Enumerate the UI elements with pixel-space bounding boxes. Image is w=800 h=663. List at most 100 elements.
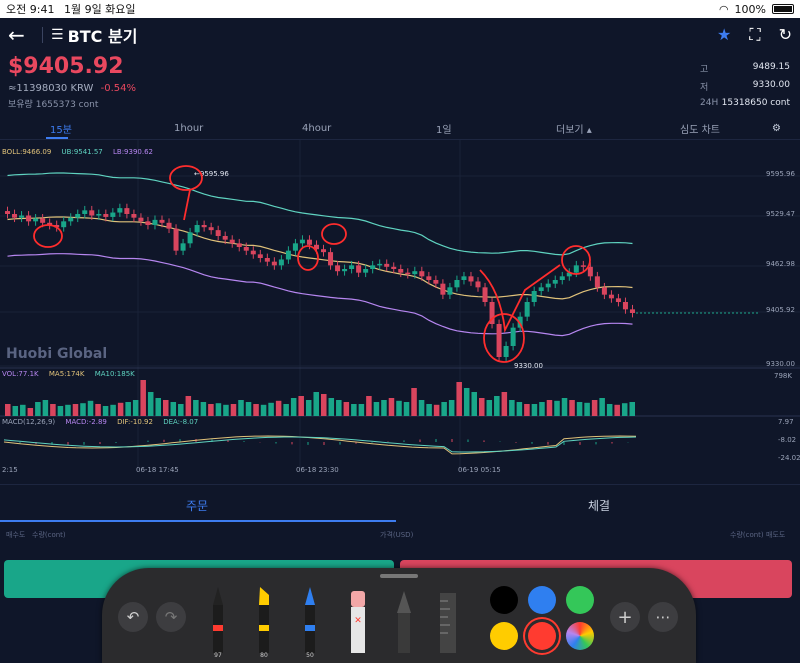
high-value: 9489.15 <box>752 62 790 72</box>
candle <box>82 210 88 214</box>
candle <box>236 243 242 247</box>
volume-bar <box>441 402 447 416</box>
candle <box>292 243 298 251</box>
candle <box>75 214 81 218</box>
col-qty: 수량(cont) <box>32 531 66 539</box>
candle <box>531 291 537 302</box>
orderbook-header: 매수도 수량(cont) 가격(USD) 수량(cont) 매도도 <box>0 530 800 544</box>
volume-bar <box>516 402 523 416</box>
candle <box>145 221 151 225</box>
volume-bar <box>433 404 440 416</box>
volume-bar <box>599 398 605 416</box>
ub-value: UB:9541.57 <box>61 148 103 156</box>
volume-bar <box>403 402 410 416</box>
volume-bar <box>12 406 19 416</box>
macd-title: MACD(12,26,9) <box>2 418 56 426</box>
candle <box>19 215 25 218</box>
volume-bar <box>95 404 101 416</box>
volume-bar <box>193 400 199 416</box>
toolbar-grip[interactable] <box>380 574 418 578</box>
candle <box>166 222 172 229</box>
tab-1hour[interactable]: 1hour <box>174 123 203 134</box>
menu-icon[interactable]: ☰ <box>51 27 64 43</box>
candle <box>124 208 130 214</box>
candle <box>299 239 305 244</box>
candle <box>138 217 144 222</box>
color-red-selected[interactable] <box>528 622 556 650</box>
candle <box>243 247 249 251</box>
color-yellow[interactable] <box>490 622 518 650</box>
volume-bars <box>5 380 635 416</box>
volume-value: 15318650 cont <box>721 98 790 108</box>
candle <box>96 214 102 216</box>
vol-legend: VOL:77.1K MA5:174K MA10:185K <box>2 370 143 378</box>
candle <box>594 276 600 288</box>
vol-value: VOL:77.1K <box>2 370 39 378</box>
volume-bar <box>117 402 124 416</box>
undo-icon[interactable]: ↶ <box>118 602 148 632</box>
volume-bar <box>539 402 545 416</box>
macd-tick-label: -24.02 <box>778 454 800 462</box>
tab-15m[interactable]: 15분 <box>50 121 72 136</box>
volume-bar <box>621 403 628 416</box>
candle <box>328 252 334 266</box>
plus-icon[interactable]: + <box>610 602 640 632</box>
share-icon[interactable]: ↻ <box>779 25 792 45</box>
candle <box>461 276 467 280</box>
redo-icon[interactable]: ↷ <box>156 602 186 632</box>
tab-1day[interactable]: 1일 <box>436 121 452 136</box>
volume-tick-label: 798K <box>774 372 792 380</box>
tab-more[interactable]: 더보기 ▴ <box>556 121 592 136</box>
color-blue[interactable] <box>528 586 556 614</box>
volume-bar <box>200 402 207 416</box>
middle-band-line <box>7 216 633 300</box>
lasso-tool[interactable] <box>392 587 416 663</box>
settings-icon[interactable]: ⚙ <box>772 123 781 134</box>
tab-4hour[interactable]: 4hour <box>302 123 331 134</box>
price-chart[interactable]: 9595.96 9529.47 9462.98 9405.92 9330.00 798K 7… <box>0 140 800 480</box>
volume-bar <box>102 406 109 416</box>
low-label: 저 <box>700 83 709 93</box>
more-icon[interactable]: ⋯ <box>648 602 678 632</box>
candle <box>68 217 74 222</box>
candle <box>271 261 277 266</box>
tab-depth-chart[interactable]: 심도 차트 <box>680 121 720 136</box>
candle <box>264 258 270 262</box>
volume-bar <box>411 388 417 416</box>
back-arrow-icon[interactable]: ← <box>8 23 34 47</box>
volume-bar <box>57 406 64 416</box>
star-icon[interactable]: ★ <box>717 25 731 45</box>
y-tick-label: 9595.96 <box>766 170 795 178</box>
color-picker-icon[interactable] <box>566 622 594 650</box>
eraser-tool[interactable]: ✕ <box>346 587 370 663</box>
volume-bar <box>321 394 327 416</box>
ruler-tool[interactable] <box>436 587 460 663</box>
color-green[interactable] <box>566 586 594 614</box>
candle <box>440 283 446 295</box>
candle <box>12 214 18 218</box>
volume-bar <box>245 402 252 416</box>
candle <box>433 280 439 284</box>
tab-order[interactable]: 주문 <box>186 497 208 514</box>
candle <box>447 287 453 295</box>
volume-bar <box>471 392 477 416</box>
candle <box>398 269 404 273</box>
divider <box>42 27 43 43</box>
price-block: $9405.92 ≈11398030 KRW -0.54% 보유량 165537… <box>8 54 136 110</box>
x-tick-label: 06-19 05:15 <box>458 466 501 474</box>
fullscreen-icon[interactable]: ⛶ <box>749 25 760 45</box>
volume-bar <box>163 400 169 416</box>
volume-bar <box>20 404 26 416</box>
tab-trades[interactable]: 체결 <box>588 497 610 514</box>
status-date: 1월 9일 화요일 <box>63 3 136 16</box>
col-qty-right: 수량(cont) <box>730 531 764 539</box>
dif-line <box>3 435 637 455</box>
candle <box>152 219 158 225</box>
candle <box>391 266 397 269</box>
volume-bar <box>629 402 635 416</box>
volume-bar <box>524 404 530 416</box>
status-time: 오전 9:41 <box>6 3 55 16</box>
volume-bar <box>479 398 485 416</box>
color-black[interactable] <box>490 586 518 614</box>
volume-bar <box>336 400 342 416</box>
